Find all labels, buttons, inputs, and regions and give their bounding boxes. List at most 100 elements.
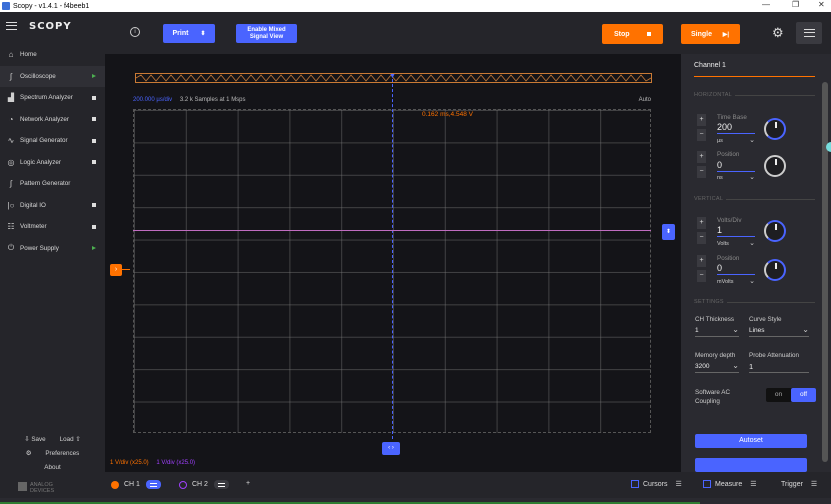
menu-button[interactable] [796, 22, 822, 44]
vpos-input[interactable]: 0 [717, 263, 755, 275]
secondary-button[interactable] [695, 458, 807, 472]
cursors-checkbox[interactable] [631, 480, 639, 488]
load-icon: ⇧ [73, 435, 81, 443]
vpos-decrement[interactable]: − [697, 270, 706, 282]
single-button[interactable]: Single ▶| [681, 24, 740, 44]
hpos-label: Position [717, 151, 740, 158]
stop-status-icon[interactable] [92, 117, 96, 122]
info-icon[interactable]: i [130, 27, 140, 37]
hamburger-menu-icon[interactable] [6, 22, 17, 30]
sidebar-item-digital-io[interactable]: |○ Digital IO [0, 195, 105, 217]
section-vertical: VERTICAL [694, 196, 815, 202]
sidebar-item-power-supply[interactable]: ⏻ Power Supply [0, 238, 105, 260]
hpos-knob[interactable] [764, 155, 786, 177]
maximize-icon[interactable]: ❐ [792, 0, 799, 9]
stop-status-icon[interactable] [92, 224, 96, 229]
about-button[interactable]: About [0, 460, 105, 474]
print-button[interactable]: Print ⬍ [163, 24, 215, 43]
stop-status-icon[interactable] [92, 160, 96, 165]
gear-icon: ⚙ [25, 449, 32, 457]
preferences-button[interactable]: ⚙ Preferences [0, 446, 105, 460]
adi-logo-icon [18, 482, 27, 491]
ac-coupling-toggle[interactable]: on off [766, 388, 816, 402]
measure-checkbox[interactable] [703, 480, 711, 488]
vpos-knob[interactable] [764, 259, 786, 281]
stop-status-icon[interactable] [92, 138, 96, 143]
menu-icon [804, 29, 815, 37]
run-status-icon[interactable] [92, 246, 96, 251]
cursors-toggle[interactable]: Cursors ☰ [631, 480, 682, 488]
power-icon: ⏻ [7, 243, 15, 253]
toggle-off[interactable]: off [791, 388, 816, 402]
save-button[interactable]: ⇩ Save [24, 436, 45, 443]
enable-mixed-signal-button[interactable]: Enable Mixed Signal View [236, 24, 297, 43]
horizontal-offset-handle[interactable]: ‹ › [382, 442, 400, 455]
window-titlebar: Scopy - v1.4.1 - f4beeb1 — ❐ ✕ [0, 0, 831, 12]
volts-input[interactable]: 1 [717, 225, 755, 237]
sidebar-item-home[interactable]: ⌂ Home [0, 44, 105, 66]
stop-status-icon[interactable] [92, 95, 96, 100]
channel-1-control[interactable]: CH 1 [111, 480, 161, 489]
floating-help-icon[interactable] [826, 142, 831, 152]
taskbar-strip [0, 498, 831, 504]
measure-menu-icon[interactable]: ☰ [750, 480, 756, 488]
acquisition-info: 200.000 µs/div 3.2 k Samples at 1 Msps [133, 97, 246, 103]
sidebar-item-pattern-generator[interactable]: ∫ Pattern Generator [0, 173, 105, 195]
hpos-unit-select[interactable]: ns [717, 173, 755, 181]
sidebar-item-oscilloscope[interactable]: ∫ Oscilloscope [0, 65, 105, 87]
cursors-menu-icon[interactable]: ☰ [676, 480, 682, 488]
time-base-increment[interactable]: + [697, 114, 706, 126]
volts-increment[interactable]: + [697, 217, 706, 229]
time-base-decrement[interactable]: − [697, 129, 706, 141]
measure-toggle[interactable]: Measure ☰ [703, 480, 757, 488]
sidebar-item-label: Home [20, 51, 37, 59]
volts-knob[interactable] [764, 220, 786, 242]
probe-attenuation-input[interactable]: 1 [749, 362, 809, 373]
sidebar-item-voltmeter[interactable]: ☷ Voltmeter [0, 216, 105, 238]
volts-unit-select[interactable]: Volts [717, 239, 755, 247]
run-status-icon[interactable] [92, 74, 96, 79]
vertical-offset-handle[interactable]: ⬍ [662, 224, 675, 240]
minimize-icon[interactable]: — [762, 0, 770, 9]
trigger-marker-icon[interactable]: ▼ [389, 73, 396, 80]
logic-icon: ◎ [7, 157, 15, 167]
close-icon[interactable]: ✕ [818, 0, 825, 9]
stop-button[interactable]: Stop [602, 24, 663, 44]
volts-decrement[interactable]: − [697, 232, 706, 244]
toggle-on[interactable]: on [766, 388, 791, 402]
hpos-decrement[interactable]: − [697, 166, 706, 178]
memory-depth-select[interactable]: 3200 [695, 361, 739, 373]
hpos-increment[interactable]: + [697, 151, 706, 163]
trigger-menu-icon[interactable]: ☰ [811, 480, 817, 488]
sidebar-item-spectrum-analyzer[interactable]: ▟ Spectrum Analyzer [0, 87, 105, 109]
chevron-updown-icon: ⬍ [200, 31, 206, 37]
ch1-menu-icon[interactable] [145, 480, 161, 489]
signal-icon: ∿ [7, 136, 15, 146]
trigger-toggle[interactable]: Trigger ☰ [781, 480, 817, 489]
oscilloscope-plot[interactable]: 200.000 µs/div 3.2 k Samples at 1 Msps A… [105, 54, 681, 472]
curve-style-select[interactable]: Lines [749, 325, 809, 337]
sidebar-item-network-analyzer[interactable]: ◔ Network Analyzer [0, 109, 105, 131]
trigger-level-handle[interactable]: › [110, 264, 122, 276]
autoset-button[interactable]: Autoset [695, 434, 807, 448]
toolbar: i Print ⬍ Enable Mixed Signal View Stop S… [105, 12, 831, 54]
ch2-menu-icon[interactable] [213, 480, 229, 489]
sidebar-item-label: Power Supply [20, 244, 59, 252]
settings-gear-icon[interactable]: ⚙ [772, 25, 784, 41]
thickness-select[interactable]: 1 [695, 325, 739, 337]
load-button[interactable]: Load ⇧ [60, 436, 81, 443]
time-base-input[interactable]: 200 [717, 122, 755, 134]
trigger-position-line[interactable] [392, 79, 393, 439]
time-base-knob[interactable] [764, 118, 786, 140]
sidebar-header: SCOPY [0, 12, 105, 40]
vpos-increment[interactable]: + [697, 255, 706, 267]
hpos-input[interactable]: 0 [717, 160, 755, 172]
channel-2-control[interactable]: CH 2 [179, 480, 229, 489]
add-channel-button[interactable]: + [246, 480, 250, 487]
time-base-unit-select[interactable]: µs [717, 136, 755, 144]
sidebar-item-logic-analyzer[interactable]: ◎ Logic Analyzer [0, 152, 105, 174]
sidebar-item-signal-generator[interactable]: ∿ Signal Generator [0, 130, 105, 152]
panel-scrollbar[interactable] [822, 82, 828, 462]
vpos-unit-select[interactable]: mVolts [717, 277, 755, 285]
stop-status-icon[interactable] [92, 203, 96, 208]
